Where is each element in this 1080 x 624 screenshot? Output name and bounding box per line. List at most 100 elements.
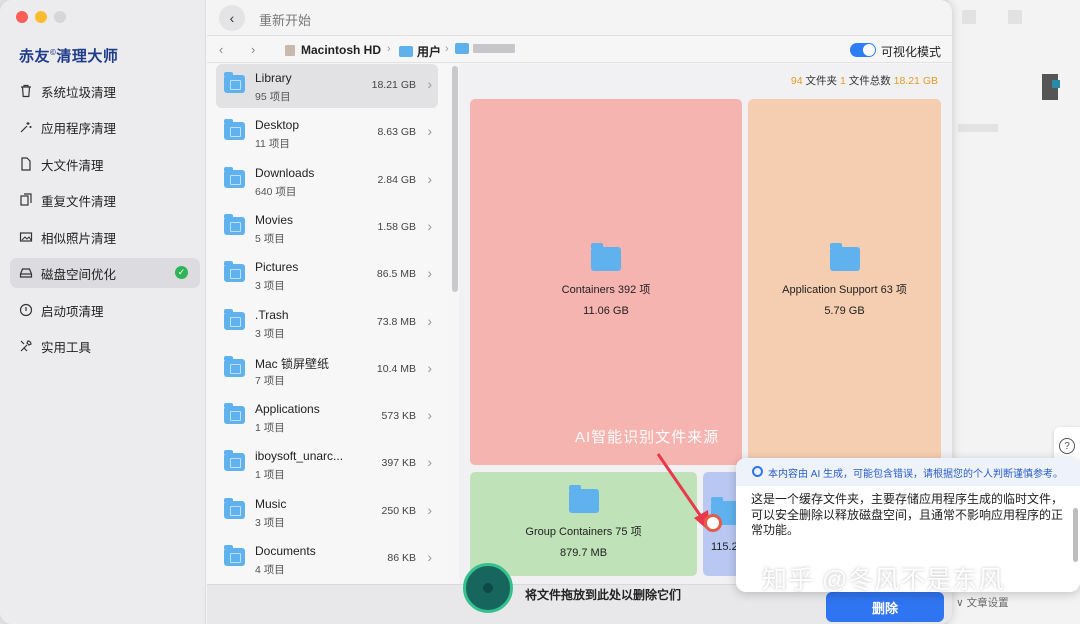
chevron-right-icon[interactable]: › [427, 123, 432, 139]
disk-icon [18, 265, 34, 281]
folder-size: 10.4 MB [376, 362, 416, 375]
file-list-row[interactable]: Library 95 项目 18.21 GB › [216, 64, 438, 108]
question-icon: ? [1059, 438, 1075, 454]
sidebar-item-disk-optimize[interactable]: 磁盘空间优化 ✓ [10, 258, 200, 288]
folder-size: 18.21 GB [371, 79, 416, 91]
folder-name: Documents [255, 544, 316, 558]
chevron-down-icon: ∨ [956, 597, 967, 609]
item-count: 3 项目 [255, 516, 285, 529]
folder-size: 8.63 GB [377, 126, 416, 139]
folder-name: Music [255, 496, 287, 511]
file-list-row[interactable]: Downloads 640 项目 2.84 GB › [216, 159, 438, 203]
visual-mode-label: 可视化模式 [881, 45, 942, 59]
file-list-row[interactable]: .Trash 3 项目 73.8 MB › [216, 301, 438, 345]
drive-icon [285, 44, 295, 56]
folder-name: Desktop [255, 118, 300, 133]
app-brand: 赤友©清理大师 [19, 48, 119, 65]
drop-target[interactable] [463, 563, 513, 613]
file-list-row[interactable]: Movies 5 项目 1.58 GB › [216, 206, 438, 250]
file-icon [18, 156, 34, 172]
chevron-right-icon[interactable]: › [427, 454, 432, 470]
file-list-row[interactable]: Mac 锁屏壁纸 7 项目 10.4 MB › [216, 348, 438, 392]
file-list-row[interactable]: Music 3 项目 250 KB › [216, 490, 438, 534]
nav-back-arrow[interactable]: ‹ [219, 42, 223, 57]
breadcrumb-user-home[interactable] [455, 43, 515, 54]
nav-forward-arrow[interactable]: › [251, 42, 255, 57]
restart-label[interactable]: 重新开始 [259, 10, 311, 29]
item-count: 3 项目 [255, 327, 285, 340]
item-count: 11 项目 [255, 138, 290, 151]
folder-icon [591, 243, 621, 271]
folder-size: 250 KB [381, 504, 416, 517]
folder-icon [224, 497, 245, 519]
article-settings-link[interactable]: ∨ 文章设置 [956, 595, 1009, 610]
file-list-row[interactable]: Desktop 11 项目 8.63 GB › [216, 111, 438, 155]
duplicate-icon [18, 192, 34, 208]
chevron-right-icon[interactable]: › [427, 407, 432, 423]
file-list-scrollbar[interactable] [452, 66, 458, 292]
chevron-right-icon[interactable]: › [427, 265, 432, 281]
chevron-right-icon[interactable]: › [427, 218, 432, 234]
drop-instruction: 将文件拖放到此处以删除它们 [525, 588, 682, 602]
chevron-right-icon[interactable]: › [427, 360, 432, 376]
sparkle-icon [18, 119, 34, 135]
folder-icon [568, 485, 599, 513]
popup-scrollbar[interactable] [1073, 508, 1078, 562]
folder-icon [224, 166, 245, 188]
file-list-row[interactable]: Applications 1 项目 573 KB › [216, 395, 438, 439]
chevron-right-icon[interactable]: › [427, 502, 432, 518]
sidebar-item-tools[interactable]: 实用工具 [10, 331, 200, 361]
folder-icon [829, 243, 860, 271]
sidebar-item-app-cleanup[interactable]: 应用程序清理 [10, 112, 200, 142]
file-list-row[interactable]: iboysoft_unarc... 1 项目 397 KB › [216, 442, 438, 486]
folder-size: 86 KB [387, 552, 416, 564]
folder-icon [224, 403, 245, 425]
tools-icon [18, 338, 34, 354]
close-window-button[interactable] [16, 11, 28, 23]
folder-icon [224, 450, 245, 472]
folder-stats: 94 文件夹 1 文件总数 18.21 GB [790, 75, 938, 87]
folder-name: Downloads [255, 165, 315, 180]
redacted-username [473, 44, 515, 53]
file-list-row[interactable]: Documents 4 项目 86 KB › [216, 537, 438, 581]
back-button[interactable]: ‹ [219, 5, 245, 31]
treemap-tile-application-support[interactable]: Application Support 63 项 5.79 GB [748, 99, 941, 465]
sidebar-item-similar-photos[interactable]: 相似照片清理 [10, 222, 200, 252]
chevron-right-icon[interactable]: › [427, 313, 432, 329]
zoom-window-button[interactable] [54, 11, 66, 23]
treemap-tile-containers[interactable]: Containers 392 项 11.06 GB [470, 99, 742, 465]
visual-mode-toggle[interactable] [850, 43, 876, 57]
item-count: 1 项目 [255, 469, 285, 482]
title-bar: ‹ 重新开始 [207, 0, 952, 36]
item-count: 3 项目 [255, 280, 285, 293]
sidebar-item-duplicates[interactable]: 重复文件清理 [10, 185, 200, 215]
chevron-right-icon[interactable]: › [427, 549, 432, 565]
folder-icon [399, 46, 413, 57]
chevron-right-icon[interactable]: › [427, 76, 432, 92]
breadcrumb-separator: › [445, 43, 449, 55]
checkmark-icon: ✓ [175, 266, 188, 279]
breadcrumb-macintosh-hd[interactable]: Macintosh HD [285, 43, 381, 57]
sidebar-item-system-junk[interactable]: 系统垃圾清理 [10, 76, 200, 106]
chevron-right-icon[interactable]: › [427, 171, 432, 187]
ai-notice: 本内容由 AI 生成，可能包含错误，请根据您的个人判断谨慎参考。 [736, 458, 1080, 486]
item-count: 4 项目 [255, 564, 285, 576]
folder-name: iboysoft_unarc... [255, 449, 344, 464]
folder-name: Movies [255, 212, 294, 227]
breadcrumb-separator: › [387, 43, 391, 55]
sidebar-item-startup[interactable]: 启动项清理 [10, 295, 200, 325]
folder-name: Pictures [255, 260, 299, 275]
file-list-row[interactable]: Pictures 3 项目 86.5 MB › [216, 253, 438, 297]
ai-logo-icon [752, 466, 763, 477]
delete-button[interactable]: 删除 [826, 592, 944, 622]
minimize-window-button[interactable] [35, 11, 47, 23]
folder-icon [224, 355, 245, 377]
item-count: 640 项目 [255, 185, 297, 198]
power-icon [18, 302, 34, 318]
item-count: 7 项目 [255, 374, 285, 387]
sidebar-item-large-files[interactable]: 大文件清理 [10, 149, 200, 179]
folder-icon [224, 213, 245, 235]
ai-source-icon[interactable] [704, 514, 722, 532]
breadcrumb-users[interactable]: 用户 [399, 43, 441, 60]
folder-size: 573 KB [381, 410, 416, 423]
